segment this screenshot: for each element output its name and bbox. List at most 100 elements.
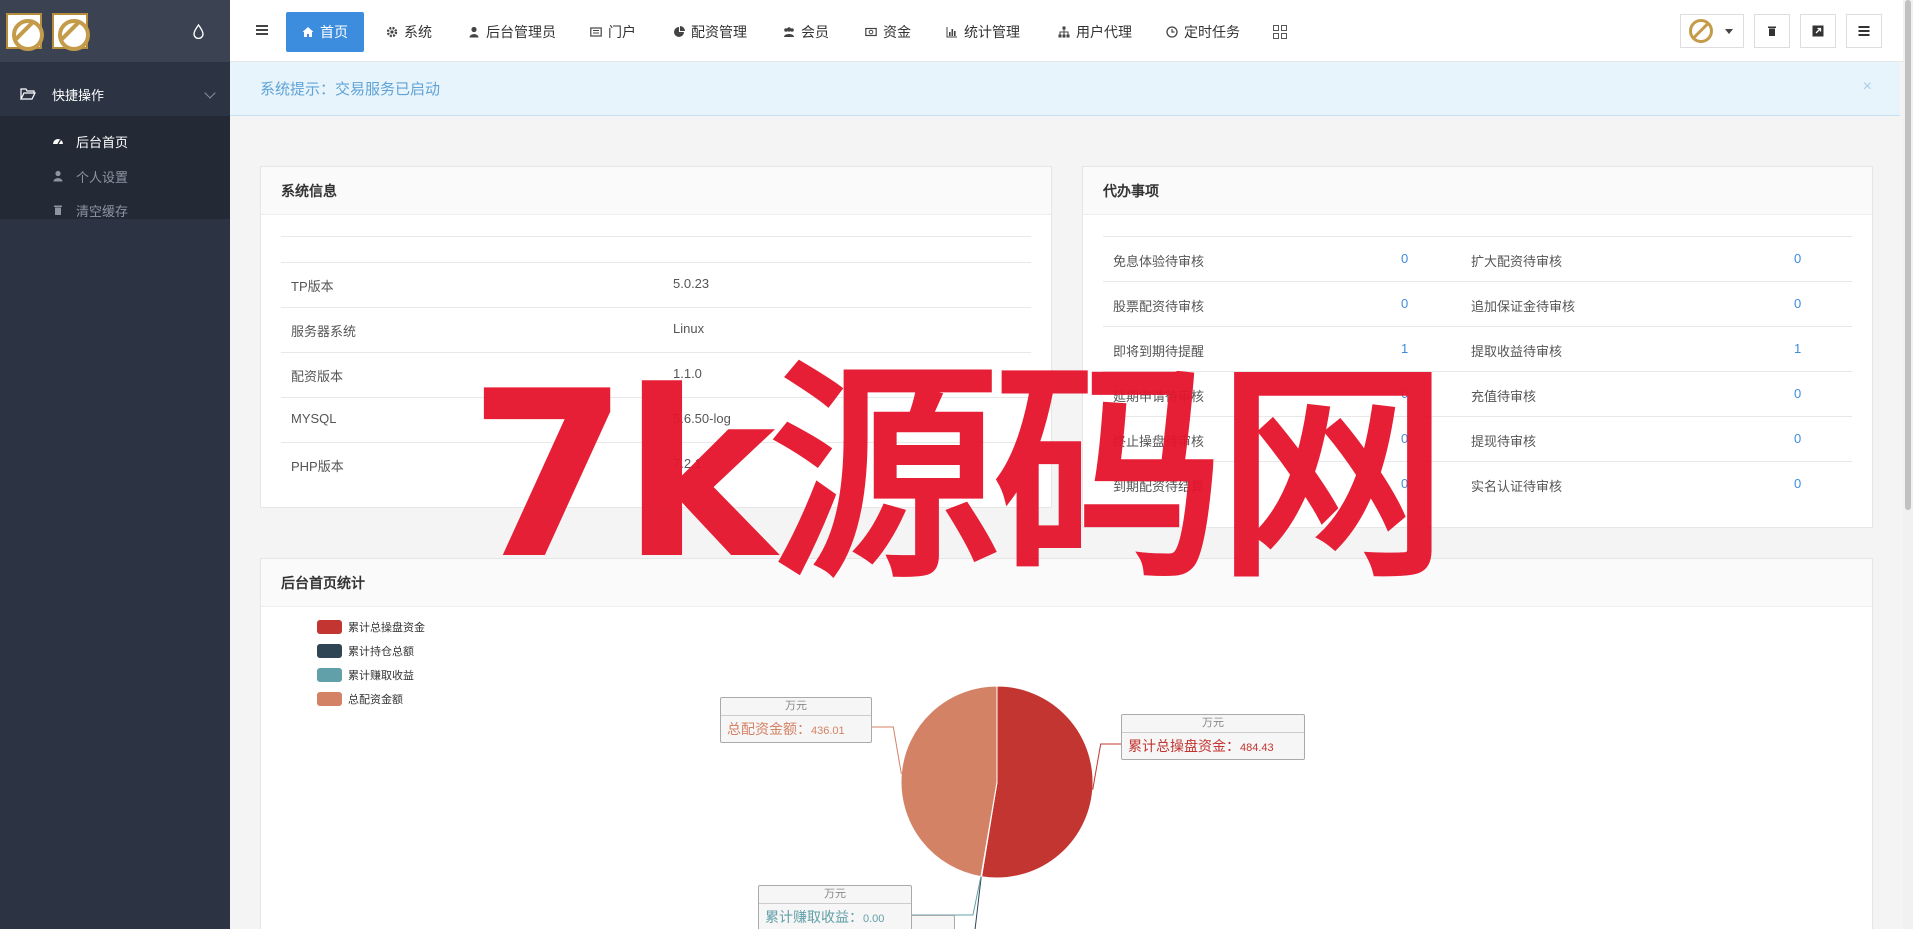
nav-funds[interactable]: 资金 <box>865 12 911 52</box>
alert-text: 系统提示：交易服务已启动 <box>260 81 441 98</box>
todo-label: 提取收益待审核 <box>1471 344 1563 359</box>
sidebar-submenu: 后台首页 个人设置 清空缓存 <box>0 116 230 219</box>
avatar <box>1689 19 1713 43</box>
close-icon[interactable]: × <box>1863 78 1872 96</box>
callout-leader-line <box>912 876 982 916</box>
todo-count[interactable]: 0 <box>1401 476 1408 491</box>
bar-chart-icon <box>946 27 957 38</box>
sitemap-icon <box>1058 26 1070 38</box>
todo-count[interactable]: 0 <box>1794 251 1801 266</box>
todo-label: 终止操盘待审核 <box>1113 434 1205 449</box>
todo-count[interactable]: 0 <box>1401 296 1408 311</box>
list-icon <box>1858 26 1870 36</box>
callout-body: 总配资金额：436.01 <box>721 716 871 742</box>
todo-label: 追加保证金待审核 <box>1471 299 1576 314</box>
info-label: PHP版本 <box>291 459 344 474</box>
trash-icon <box>1768 26 1776 36</box>
pie-slice[interactable] <box>900 685 998 878</box>
callout-leader-line <box>974 876 982 929</box>
pie-chart <box>872 685 1121 929</box>
todo-label: 延期申请待审核 <box>1113 389 1205 404</box>
callout-leader-line <box>1092 743 1121 790</box>
nav-members[interactable]: 会员 <box>783 12 829 52</box>
info-value: 1.1.0 <box>673 366 702 381</box>
clear-cache-button[interactable] <box>1754 14 1790 48</box>
home-icon <box>302 27 314 37</box>
nav-statistics[interactable]: 统计管理 <box>946 12 1020 52</box>
sidebar-item-dashboard[interactable]: 后台首页 <box>52 131 128 151</box>
folder-open-icon <box>20 88 36 100</box>
dashboard-icon <box>53 139 63 145</box>
callout-separator: ： <box>797 721 811 737</box>
apps-grid-icon[interactable] <box>1273 25 1287 39</box>
info-value: 5.0.23 <box>673 276 710 291</box>
user-icon <box>469 26 479 38</box>
nav-label: 资金 <box>883 24 911 40</box>
todo-label: 即将到期待提醒 <box>1113 344 1205 359</box>
todo-count[interactable]: 0 <box>1401 251 1408 266</box>
info-label: 配资版本 <box>291 369 344 384</box>
sidebar-item-label: 个人设置 <box>76 169 129 185</box>
nav-system[interactable]: 系统 <box>386 12 432 52</box>
callout-unit: 万元 <box>759 886 911 904</box>
nav-portal[interactable]: 门户 <box>590 12 636 52</box>
nav-label: 后台管理员 <box>486 24 556 40</box>
page-scrollbar[interactable] <box>1903 0 1913 929</box>
settings-panel-button[interactable] <box>1846 14 1882 48</box>
todo-count[interactable]: 0 <box>1401 386 1408 401</box>
sidebar: 快捷操作 后台首页 个人设置 清空缓存 <box>0 0 230 929</box>
external-link-icon <box>1812 25 1824 37</box>
pie-slice[interactable] <box>980 685 1094 879</box>
todo-count[interactable]: 0 <box>1401 431 1408 446</box>
todo-count[interactable]: 1 <box>1401 341 1408 356</box>
nav-label: 统计管理 <box>964 24 1020 40</box>
nav-label: 首页 <box>320 24 348 40</box>
logo-icon <box>6 13 44 51</box>
todo-count[interactable]: 0 <box>1794 296 1801 311</box>
todo-count[interactable]: 0 <box>1794 431 1801 446</box>
nav-label: 用户代理 <box>1076 24 1132 40</box>
user-menu-button[interactable] <box>1680 14 1744 48</box>
todo-label: 到期配资待结算 <box>1113 479 1205 494</box>
callout-unit: 万元 <box>721 698 871 716</box>
info-label: MYSQL <box>291 411 337 426</box>
sidebar-item-clear-cache[interactable]: 清空缓存 <box>52 200 128 220</box>
todo-count[interactable]: 1 <box>1794 341 1801 356</box>
nav-scheduled-tasks[interactable]: 定时任务 <box>1166 12 1240 52</box>
nav-admins[interactable]: 后台管理员 <box>468 12 556 52</box>
info-label: 服务器系统 <box>291 324 357 339</box>
clock-icon <box>1166 26 1178 38</box>
todo-count[interactable]: 0 <box>1794 386 1801 401</box>
scrollbar-thumb[interactable] <box>1905 0 1911 510</box>
panel-title: 后台首页统计 <box>261 559 1872 607</box>
theme-drop-icon[interactable] <box>193 24 204 39</box>
sidebar-menu-quick-actions[interactable]: 快捷操作 <box>0 78 230 110</box>
nav-user-agents[interactable]: 用户代理 <box>1058 12 1132 52</box>
user-icon <box>53 170 63 182</box>
menu-toggle-icon[interactable] <box>256 25 268 35</box>
callout-name: 累计总操盘资金 <box>1128 738 1226 754</box>
sidebar-item-profile[interactable]: 个人设置 <box>52 166 128 186</box>
system-info-panel: 系统信息 TP版本 5.0.23 服务器系统 Linux 配资版本 1.1.0 … <box>260 166 1052 508</box>
todo-panel: 代办事项 免息体验待审核 0 扩大配资待审核 0 股票配资待审核 0 追加保证金… <box>1082 166 1873 528</box>
sidebar-menu-label: 快捷操作 <box>52 87 105 103</box>
nav-label: 定时任务 <box>1184 24 1240 40</box>
slice-callout: 万元 累计赚取收益：0.00 <box>758 885 912 929</box>
callout-value: 436.01 <box>811 725 845 737</box>
callout-unit: 万元 <box>1122 715 1304 733</box>
nav-home[interactable]: 首页 <box>286 12 364 52</box>
nav-funding-management[interactable]: 配资管理 <box>673 12 747 52</box>
open-frontend-button[interactable] <box>1800 14 1836 48</box>
pie-icon <box>674 26 685 37</box>
caret-down-icon <box>1725 28 1733 34</box>
todo-count[interactable]: 0 <box>1794 476 1801 491</box>
callout-separator: ： <box>849 909 863 925</box>
callout-leader-line <box>872 726 902 775</box>
slice-callout: 万元 累计总操盘资金：484.43 <box>1121 714 1305 760</box>
callout-value: 484.43 <box>1240 742 1274 754</box>
info-value: 7.2.1 <box>673 456 702 471</box>
todo-label: 充值待审核 <box>1471 389 1537 404</box>
nav-label: 会员 <box>801 24 829 40</box>
slice-callout: 万元 总配资金额：436.01 <box>720 697 872 743</box>
callout-name: 总配资金额 <box>727 721 797 737</box>
